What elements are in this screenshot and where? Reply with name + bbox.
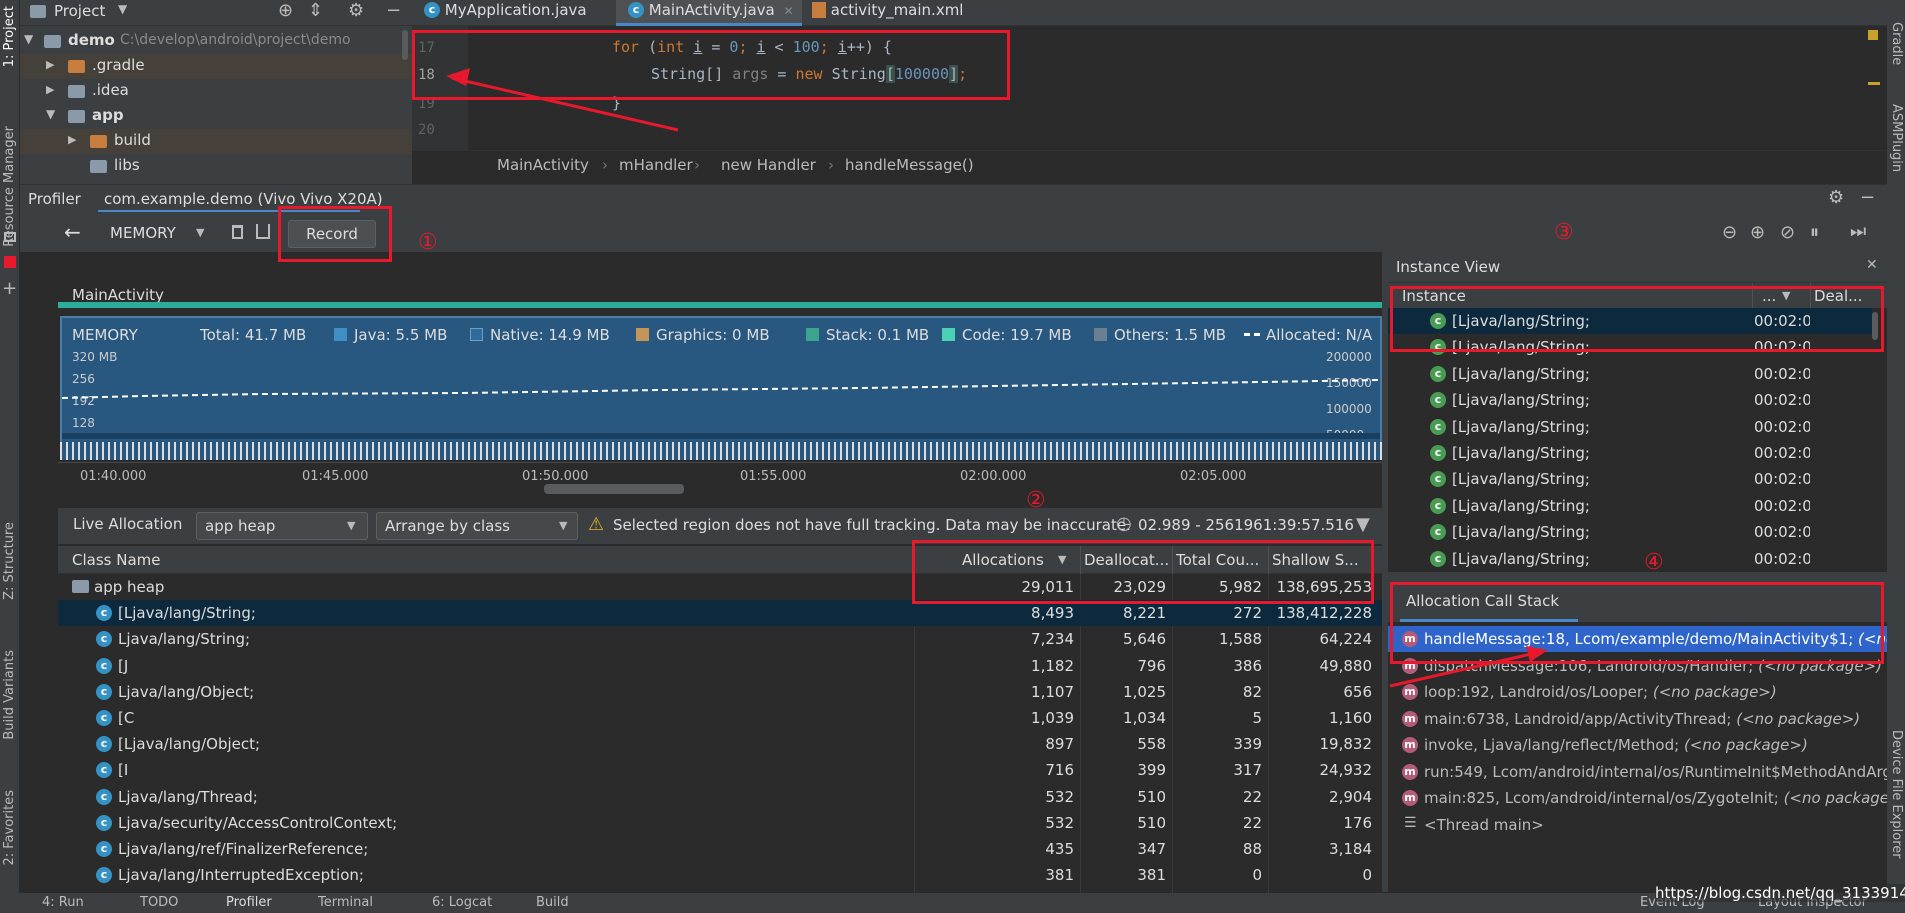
annotation-arrows xyxy=(446,68,1548,688)
